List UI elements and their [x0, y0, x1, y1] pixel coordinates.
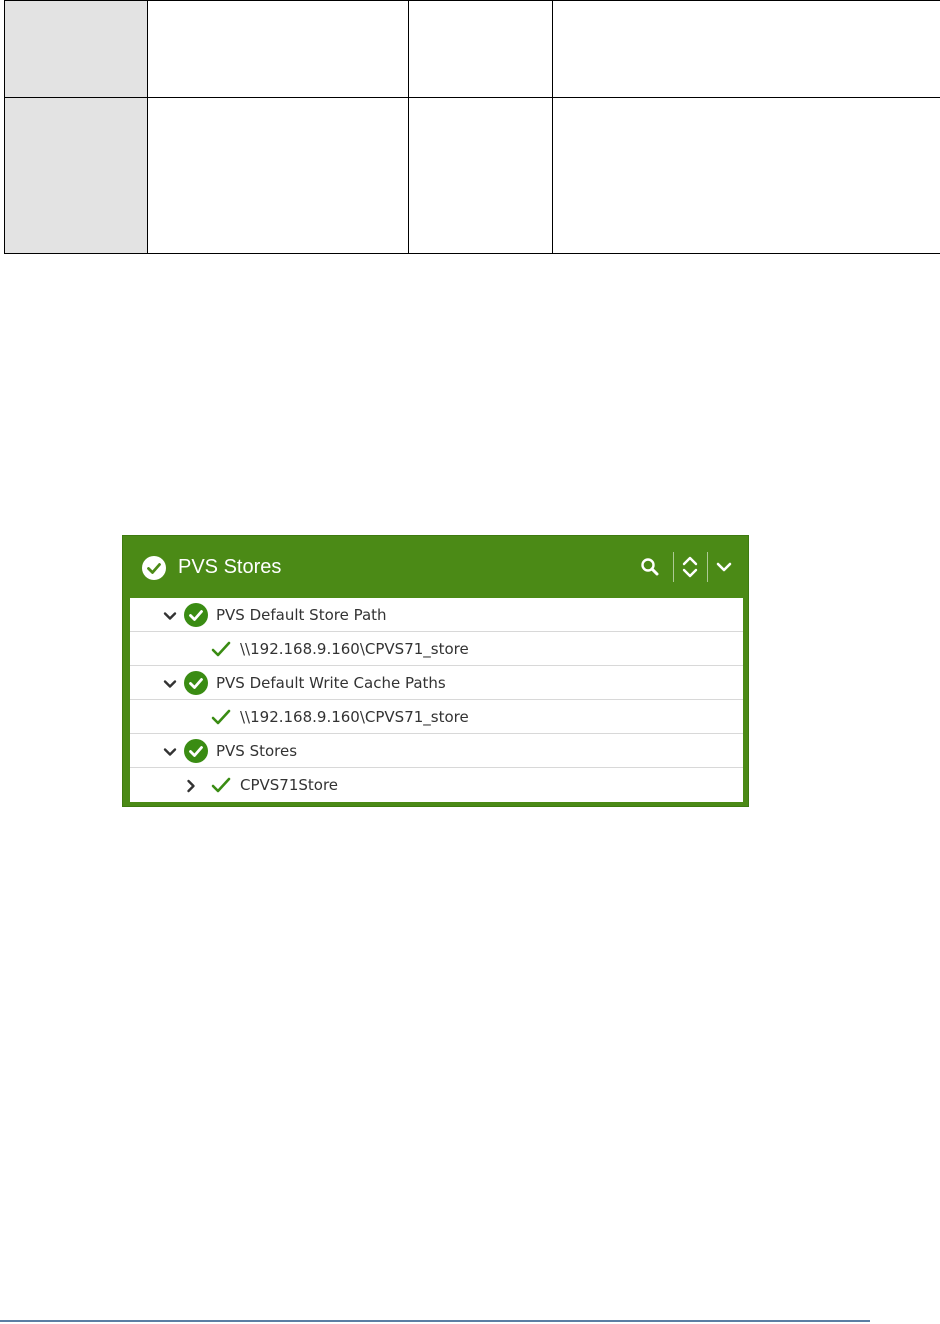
tree-view: PVS Default Store Path \\192.168.9.160\C…	[130, 598, 743, 802]
table-row-header-cell	[4, 97, 148, 254]
panel-title: PVS Stores	[178, 556, 282, 578]
tree-item-pvs-default-store-path[interactable]: PVS Default Store Path	[130, 598, 743, 632]
table-cell	[147, 0, 409, 98]
chevron-down-icon[interactable]	[163, 676, 177, 690]
tree-item-label: \\192.168.9.160\CPVS71_store	[240, 708, 469, 726]
footer-rule	[0, 1320, 870, 1322]
tree-item-store-path[interactable]: \\192.168.9.160\CPVS71_store	[130, 632, 743, 666]
tree-item-label: PVS Stores	[216, 742, 298, 760]
document-page: PVS Stores PVS Default Store Path \\192.…	[0, 0, 940, 1324]
pvs-stores-panel: PVS Stores PVS Default Store Path \\192.…	[122, 535, 749, 807]
table-row-header-cell	[4, 0, 148, 98]
chevron-down-icon[interactable]	[163, 744, 177, 758]
header-divider	[707, 552, 708, 582]
table-cell	[408, 97, 553, 254]
table-cell	[147, 97, 409, 254]
table-cell	[552, 97, 940, 254]
panel-header: PVS Stores	[123, 536, 748, 598]
table-cell	[552, 0, 940, 98]
table-row	[4, 97, 940, 254]
check-circle-icon	[184, 739, 208, 763]
tree-item-label: PVS Default Write Cache Paths	[216, 674, 446, 692]
tree-item-cpvs71store[interactable]: CPVS71Store	[130, 768, 743, 802]
search-icon[interactable]	[637, 552, 663, 582]
table-row	[4, 0, 940, 98]
tree-item-pvs-default-write-cache-paths[interactable]: PVS Default Write Cache Paths	[130, 666, 743, 700]
expand-collapse-icon[interactable]	[678, 552, 702, 582]
chevron-down-icon[interactable]	[163, 608, 177, 622]
tree-item-write-cache-path[interactable]: \\192.168.9.160\CPVS71_store	[130, 700, 743, 734]
document-table	[4, 0, 940, 254]
chevron-down-icon[interactable]	[712, 552, 736, 582]
check-icon	[210, 640, 232, 658]
table-cell	[408, 0, 553, 98]
chevron-right-icon[interactable]	[184, 778, 198, 793]
tree-item-label: CPVS71Store	[240, 776, 339, 794]
tree-item-pvs-stores[interactable]: PVS Stores	[130, 734, 743, 768]
check-icon	[210, 776, 232, 794]
check-circle-icon	[142, 556, 166, 580]
check-icon	[210, 708, 232, 726]
check-circle-icon	[184, 603, 208, 627]
header-divider	[673, 552, 674, 582]
tree-item-label: \\192.168.9.160\CPVS71_store	[240, 640, 469, 658]
check-circle-icon	[184, 671, 208, 695]
tree-item-label: PVS Default Store Path	[216, 606, 387, 624]
